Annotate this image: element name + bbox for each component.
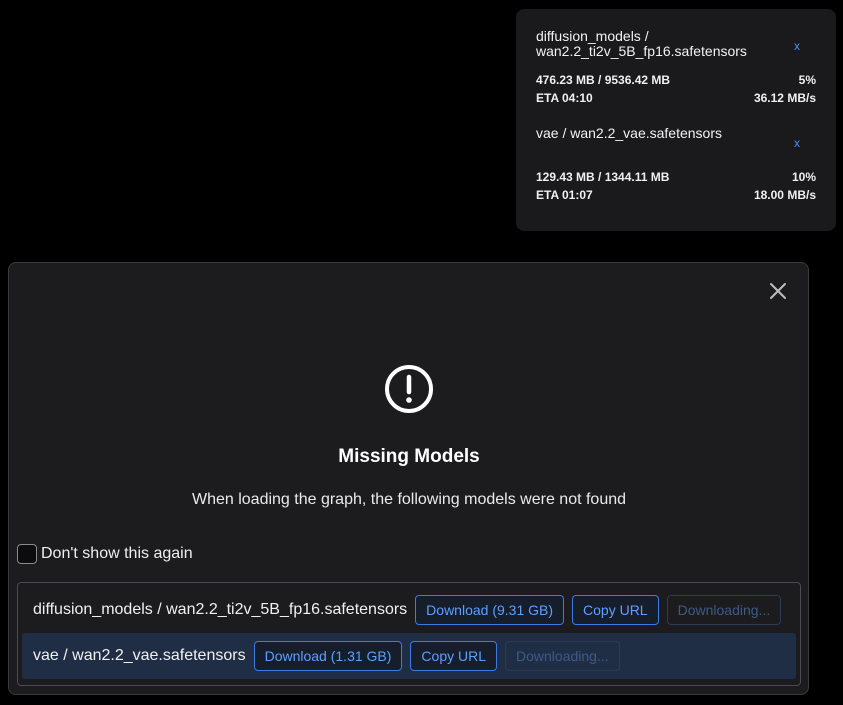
download-bytes: 129.43 MB / 1344.11 MB — [536, 170, 670, 184]
download-speed: 18.00 MB/s — [753, 188, 816, 202]
model-name: diffusion_models / wan2.2_ti2v_5B_fp16.s… — [33, 601, 408, 618]
downloading-status-button: Downloading... — [666, 595, 782, 625]
exclamation-circle-icon — [385, 365, 433, 413]
download-stats: 476.23 MB / 9536.42 MB 5% ETA 04:10 36.1… — [536, 71, 816, 107]
dont-show-label: Don't show this again — [41, 545, 193, 562]
copy-url-button[interactable]: Copy URL — [572, 595, 659, 625]
cancel-download-button[interactable]: x — [790, 39, 804, 53]
download-speed: 36.12 MB/s — [753, 91, 816, 105]
download-eta: ETA 01:07 — [536, 188, 593, 202]
download-bytes: 476.23 MB / 9536.42 MB — [536, 73, 671, 87]
download-item-name: diffusion_models / wan2.2_ti2v_5B_fp16.s… — [536, 28, 747, 59]
dialog-description: When loading the graph, the following mo… — [191, 491, 627, 508]
list-item: vae / wan2.2_vae.safetensors Download (1… — [22, 633, 796, 679]
dont-show-again-toggle[interactable]: Don't show this again — [17, 544, 193, 564]
cancel-download-button[interactable]: x — [790, 136, 804, 150]
copy-url-button[interactable]: Copy URL — [410, 641, 498, 671]
download-progress-panel: diffusion_models / wan2.2_ti2v_5B_fp16.s… — [516, 9, 836, 231]
dialog-title: Missing Models — [338, 446, 480, 467]
close-icon — [770, 283, 786, 299]
download-button[interactable]: Download (9.31 GB) — [415, 595, 565, 625]
dont-show-checkbox[interactable] — [17, 544, 37, 564]
download-item: vae / wan2.2_vae.safetensors x 129.43 MB… — [536, 126, 816, 204]
missing-models-dialog: Missing Models When loading the graph, t… — [8, 262, 809, 695]
download-eta: ETA 04:10 — [536, 91, 593, 105]
download-item-name: vae / wan2.2_vae.safetensors — [536, 125, 723, 141]
list-item: diffusion_models / wan2.2_ti2v_5B_fp16.s… — [22, 587, 796, 633]
close-dialog-button[interactable] — [768, 281, 788, 301]
download-button[interactable]: Download (1.31 GB) — [253, 641, 403, 671]
model-name: vae / wan2.2_vae.safetensors — [33, 647, 246, 664]
download-item: diffusion_models / wan2.2_ti2v_5B_fp16.s… — [536, 29, 816, 107]
downloading-status-button: Downloading... — [505, 641, 620, 671]
download-percent: 10% — [791, 170, 816, 184]
download-stats: 129.43 MB / 1344.11 MB 10% ETA 01:07 18.… — [536, 168, 816, 204]
download-percent: 5% — [798, 73, 816, 87]
missing-models-list: diffusion_models / wan2.2_ti2v_5B_fp16.s… — [17, 582, 801, 686]
